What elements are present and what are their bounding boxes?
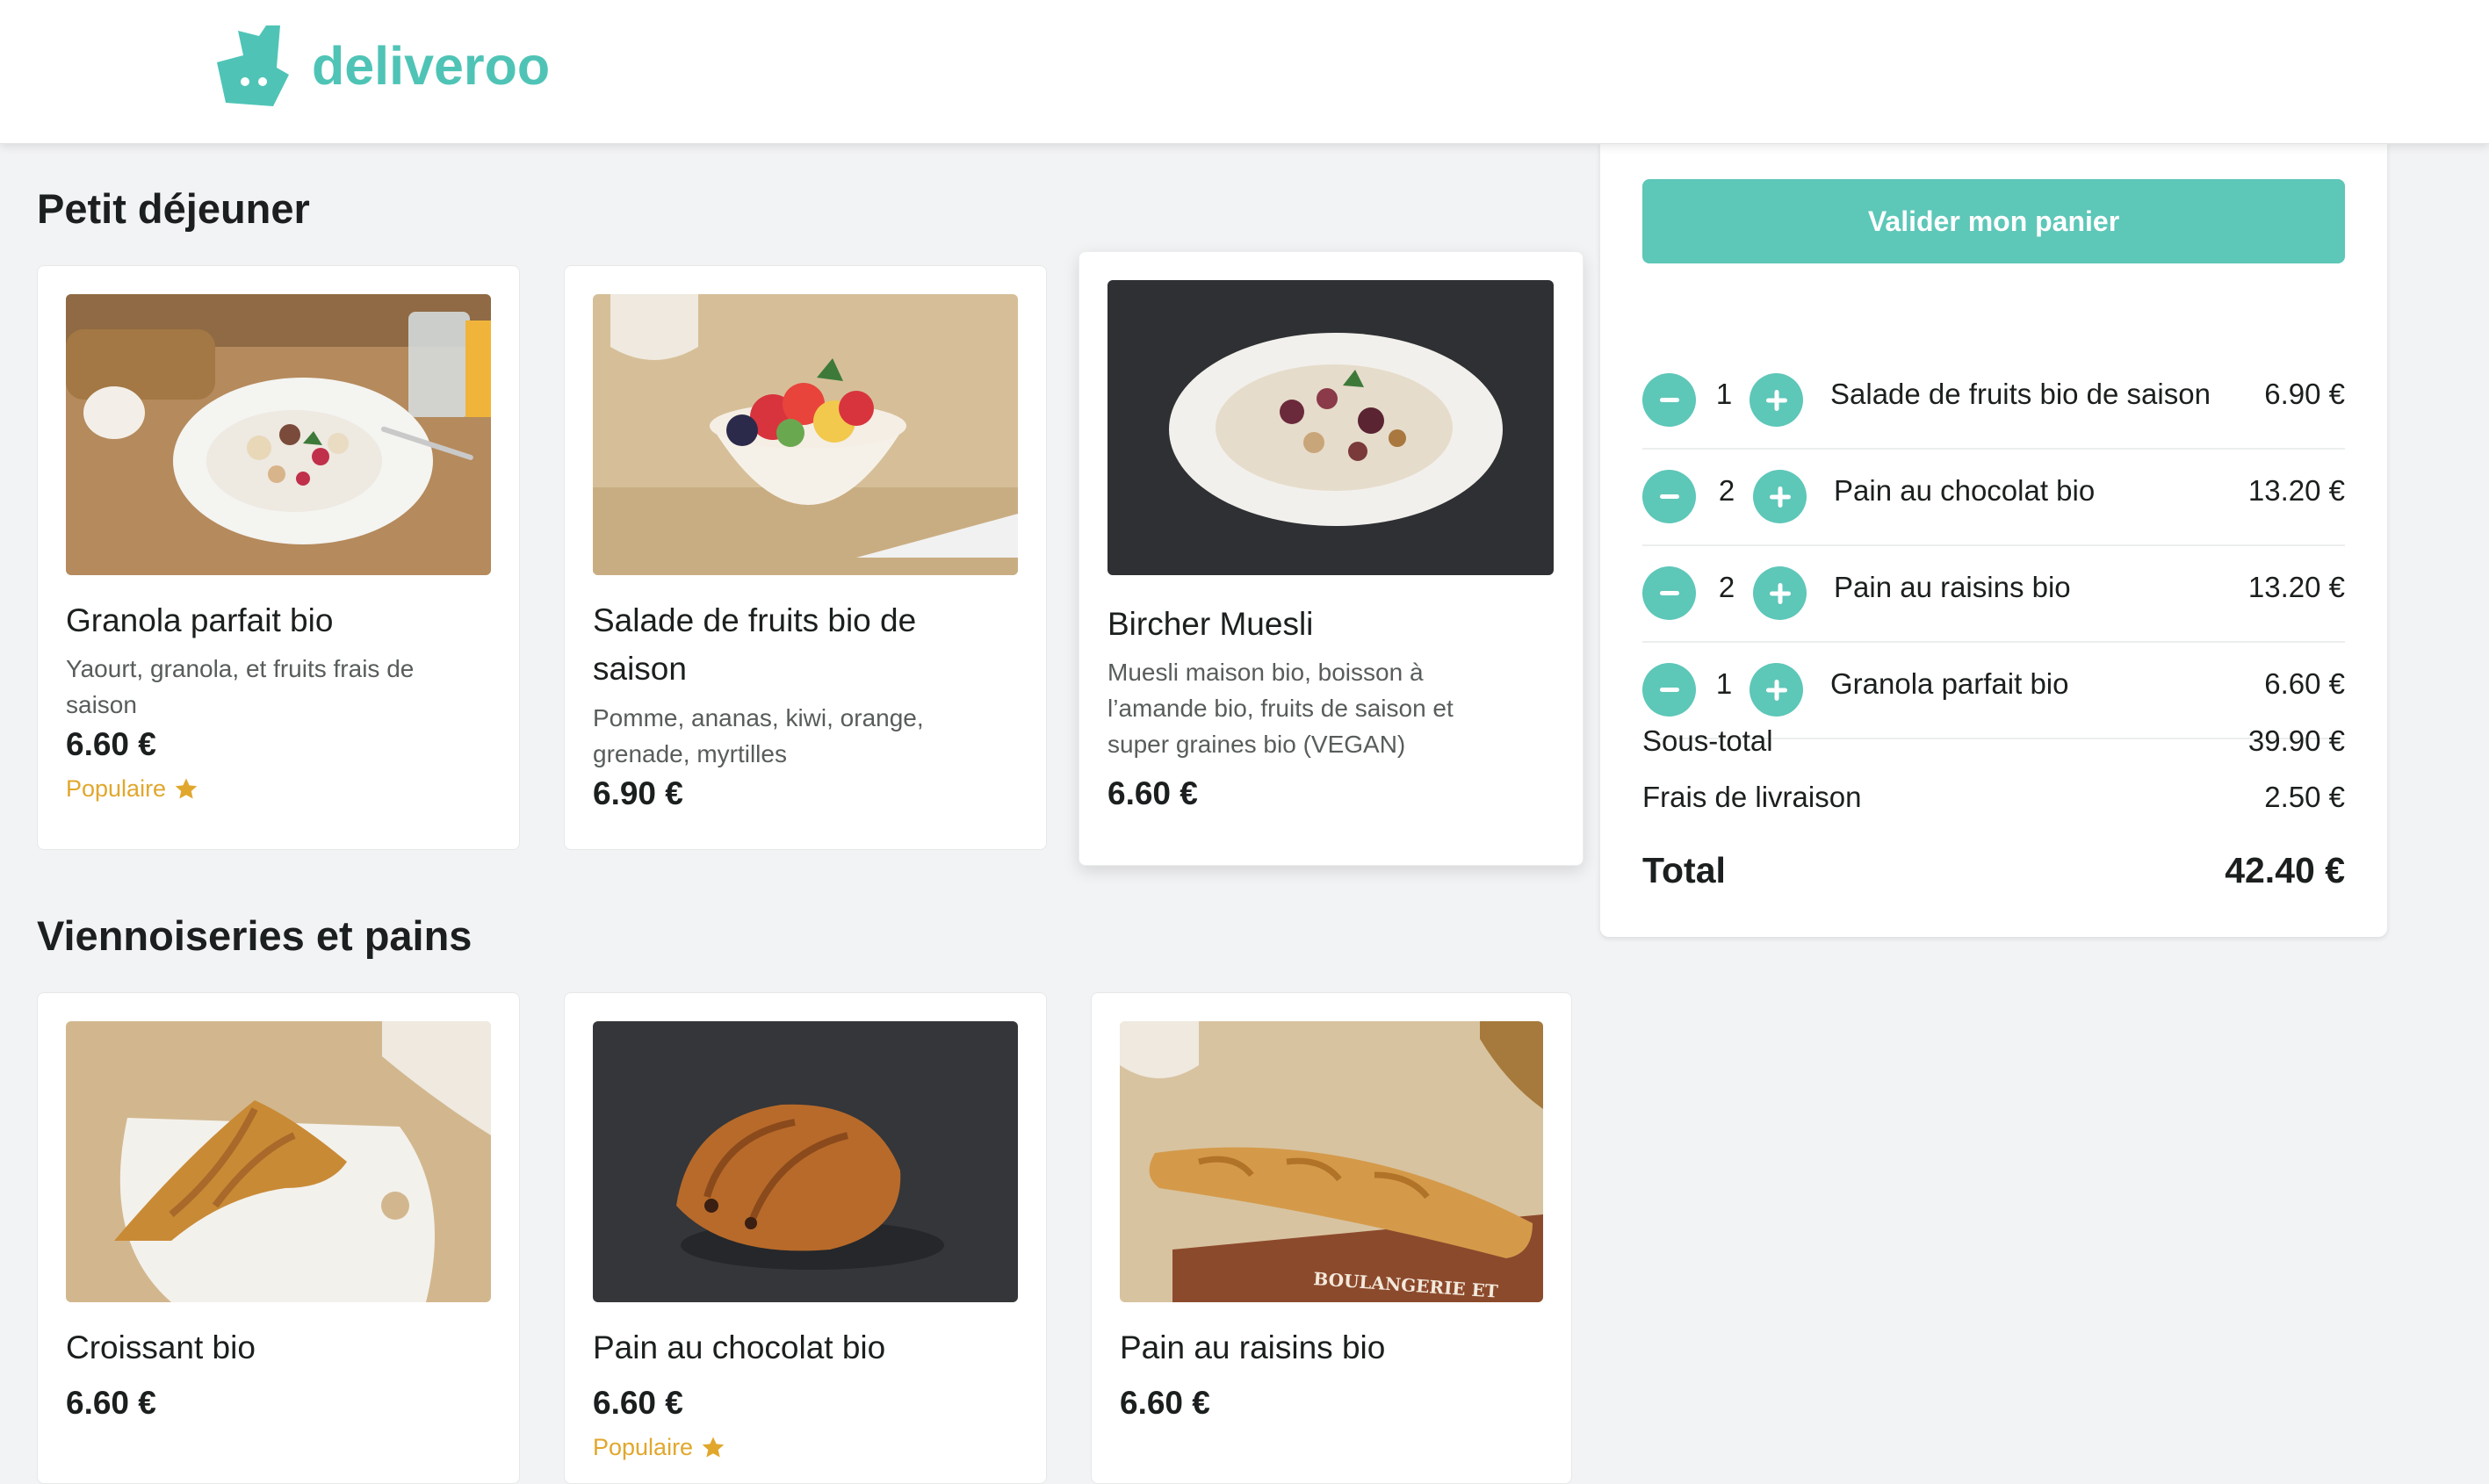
item-name: Granola parfait bio [66,602,334,638]
basket-item-price: 6.60 € [2264,667,2345,700]
plus-icon [1769,486,1791,508]
increase-quantity-button[interactable] [1753,566,1807,620]
menu-item-card[interactable]: Croissant bio 6.60 € [37,992,520,1484]
pain-au-chocolat-photo [593,1021,1018,1302]
minus-icon [1659,687,1679,692]
checkout-button[interactable]: Valider mon panier [1642,179,2345,263]
basket-item-row: 2 Pain au raisins bio 13.20 € [1642,544,2345,643]
minus-icon [1659,397,1679,402]
menu-item-card[interactable]: Granola parfait bio Yaourt, granola, et … [37,265,520,850]
decrease-quantity-button[interactable] [1642,663,1696,717]
pain-au-raisins-photo: BOULANGERIE ET [1120,1021,1543,1302]
plus-icon [1769,582,1791,604]
item-name: Bircher Muesli [1107,606,1314,642]
minus-icon [1659,590,1679,595]
popular-label: Populaire [66,775,167,802]
plus-icon [1765,679,1787,701]
item-description: Yaourt, granola, et fruits frais de sais… [66,655,415,718]
croissant-photo [66,1021,491,1302]
minus-icon [1659,493,1679,499]
basket-item-price: 6.90 € [2264,378,2345,410]
item-price: 6.60 € [66,726,156,762]
star-icon [175,778,198,798]
popular-badge: Populaire [593,1434,726,1461]
menu-item-card[interactable]: Salade de fruits bio de saison Pomme, an… [564,265,1047,850]
item-description: Muesli maison bio, boisson à l’amande bi… [1107,659,1454,758]
item-price: 6.60 € [66,1385,156,1421]
item-name: Salade de fruits bio de saison [593,602,917,687]
deliveroo-logo[interactable]: deliveroo [213,24,550,108]
total-label: Total [1642,850,1726,890]
item-price: 6.60 € [1120,1385,1210,1421]
fruit-salad-photo [593,294,1018,575]
basket-item-row: 2 Pain au chocolat bio 13.20 € [1642,448,2345,546]
item-price: 6.60 € [593,1385,683,1421]
item-description: Pomme, ananas, kiwi, orange, grenade, my… [593,704,924,767]
item-quantity: 2 [1718,571,1735,603]
item-quantity: 2 [1718,474,1735,507]
item-name: Pain au chocolat bio [593,1329,886,1365]
decrease-quantity-button[interactable] [1642,373,1696,427]
item-quantity: 1 [1715,667,1733,700]
popular-badge: Populaire [66,775,199,803]
popular-label: Populaire [593,1434,694,1460]
item-name: Pain au raisins bio [1120,1329,1386,1365]
menu-item-card[interactable]: BOULANGERIE ET Pain au raisins bio 6.60 … [1091,992,1572,1484]
logo-wordmark: deliveroo [312,35,551,96]
section-title-petit-dejeuner: Petit déjeuner [37,185,310,232]
basket-item-price: 13.20 € [2247,571,2345,603]
total-value: 42.40 € [2225,850,2345,890]
basket-item-price: 13.20 € [2247,474,2345,507]
menu-item-card[interactable]: Pain au chocolat bio 6.60 € Populaire [564,992,1047,1484]
total-line: Total 42.40 € [1642,850,2345,891]
item-name: Croissant bio [66,1329,256,1365]
increase-quantity-button[interactable] [1750,373,1803,427]
item-quantity: 1 [1715,378,1733,410]
decrease-quantity-button[interactable] [1642,566,1696,620]
subtotal-label: Sous-total [1642,724,1773,757]
delivery-fee-line: Frais de livraison 2.50 € [1642,781,2345,814]
subtotal-value: 39.90 € [2247,724,2345,757]
basket-item-row: 1 Salade de fruits bio de saison 6.90 € [1642,351,2345,450]
basket-panel: Valider mon panier 1 Salade de fruits bi… [1600,143,2387,937]
increase-quantity-button[interactable] [1750,663,1803,717]
delivery-fee-label: Frais de livraison [1642,781,1862,813]
basket-item-name: Salade de fruits bio de saison [1830,378,2211,410]
subtotal-line: Sous-total 39.90 € [1642,724,2345,758]
star-icon [702,1437,725,1457]
item-price: 6.90 € [593,775,683,811]
item-price: 6.60 € [1107,775,1198,811]
basket-item-name: Granola parfait bio [1830,667,2069,700]
delivery-fee-value: 2.50 € [2264,781,2345,813]
plus-icon [1765,389,1787,411]
basket-item-name: Pain au raisins bio [1834,571,2071,603]
section-title-viennoiseries: Viennoiseries et pains [37,912,473,959]
decrease-quantity-button[interactable] [1642,470,1696,523]
granola-photo [66,294,491,575]
bircher-muesli-photo [1107,280,1554,575]
menu-item-card[interactable]: Bircher Muesli Muesli maison bio, boisso… [1079,251,1584,866]
increase-quantity-button[interactable] [1753,470,1807,523]
kangaroo-logo-icon [217,25,289,106]
top-header: deliveroo [0,0,2489,144]
basket-item-name: Pain au chocolat bio [1834,474,2096,507]
